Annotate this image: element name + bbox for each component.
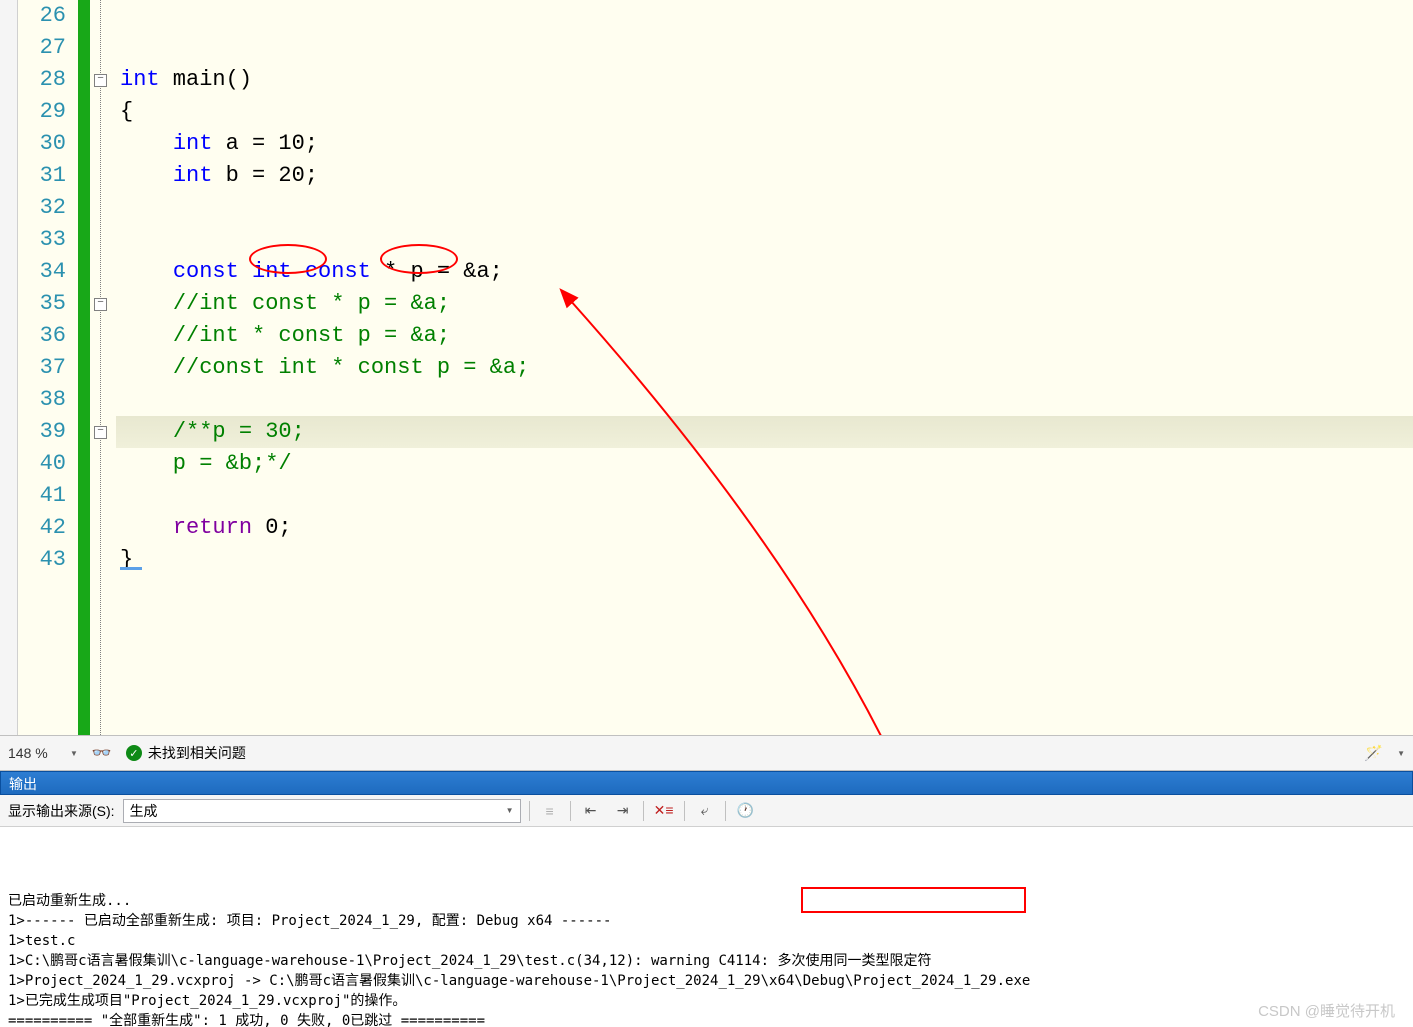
goto-message-icon: ≡ (538, 799, 562, 823)
fold-toggle[interactable]: − (94, 426, 107, 439)
zoom-control[interactable]: 148 % ▼ (8, 745, 78, 761)
code-line[interactable] (116, 0, 1413, 32)
code-line[interactable]: p = &b;*/ (116, 448, 1413, 480)
chevron-down-icon[interactable]: ▼ (70, 749, 78, 758)
output-source-label: 显示输出来源(S): (8, 801, 115, 821)
code-line[interactable]: //int const * p = &a; (116, 288, 1413, 320)
change-margin (78, 0, 90, 735)
code-editor[interactable]: 262728293031323334353637383940414243 −−−… (0, 0, 1413, 735)
glasses-icon[interactable]: 👓 (92, 743, 112, 763)
output-line: 1>已完成生成项目"Project_2024_1_29.vcxproj"的操作。 (8, 991, 1405, 1011)
indent-guide (120, 567, 142, 570)
next-icon[interactable]: ⇥ (611, 799, 635, 823)
word-wrap-icon[interactable]: ⤶ (693, 799, 717, 823)
output-source-select[interactable]: 生成 ▼ (123, 799, 521, 823)
code-line[interactable] (116, 32, 1413, 64)
check-icon: ✓ (126, 745, 142, 761)
output-line: 1>C:\鹏哥c语言暑假集训\c-language-warehouse-1\Pr… (8, 951, 1405, 971)
code-line[interactable]: const int const * p = &a; (116, 256, 1413, 288)
output-line: 1>test.c (8, 931, 1405, 951)
code-line[interactable]: //int * const p = &a; (116, 320, 1413, 352)
code-line[interactable]: int b = 20; (116, 160, 1413, 192)
code-line[interactable] (116, 224, 1413, 256)
left-margin (0, 0, 18, 735)
chevron-down-icon[interactable]: ▼ (1397, 749, 1405, 758)
output-panel-header[interactable]: 输出 (0, 771, 1413, 795)
editor-status-bar: 148 % ▼ 👓 ✓ 未找到相关问题 🪄 ▼ (0, 735, 1413, 771)
code-line[interactable] (116, 192, 1413, 224)
code-line[interactable]: int a = 10; (116, 128, 1413, 160)
code-line[interactable] (116, 480, 1413, 512)
wand-icon[interactable]: 🪄 (1364, 744, 1383, 762)
output-line: 1>Project_2024_1_29.vcxproj -> C:\鹏哥c语言暑… (8, 971, 1405, 991)
fold-gutter[interactable]: − − − (90, 0, 116, 735)
prev-icon[interactable]: ⇤ (579, 799, 603, 823)
output-content[interactable]: 已启动重新生成...1>------ 已启动全部重新生成: 项目: Projec… (0, 827, 1413, 1027)
output-line: 已启动重新生成... (8, 891, 1405, 911)
code-line[interactable]: { (116, 96, 1413, 128)
output-line: 1>------ 已启动全部重新生成: 项目: Project_2024_1_2… (8, 911, 1405, 931)
fold-toggle[interactable]: − (94, 74, 107, 87)
clock-icon[interactable]: 🕐 (734, 799, 758, 823)
code-line[interactable]: } (116, 544, 1413, 576)
fold-toggle[interactable]: − (94, 298, 107, 311)
status-text: 未找到相关问题 (148, 743, 246, 763)
code-line[interactable]: //const int * const p = &a; (116, 352, 1413, 384)
chevron-down-icon: ▼ (506, 806, 514, 815)
output-line: ========== "全部重新生成": 1 成功, 0 失败, 0已跳过 ==… (8, 1011, 1405, 1027)
output-toolbar: 显示输出来源(S): 生成 ▼ ≡ ⇤ ⇥ ✕≡ ⤶ 🕐 (0, 795, 1413, 827)
code-line[interactable]: int main() (116, 64, 1413, 96)
code-content[interactable]: int main(){ int a = 10; int b = 20; cons… (116, 0, 1413, 735)
code-line[interactable]: /**p = 30; (116, 416, 1413, 448)
code-line[interactable] (116, 384, 1413, 416)
clear-icon[interactable]: ✕≡ (652, 799, 676, 823)
code-line[interactable]: return 0; (116, 512, 1413, 544)
line-numbers: 262728293031323334353637383940414243 (18, 0, 78, 576)
